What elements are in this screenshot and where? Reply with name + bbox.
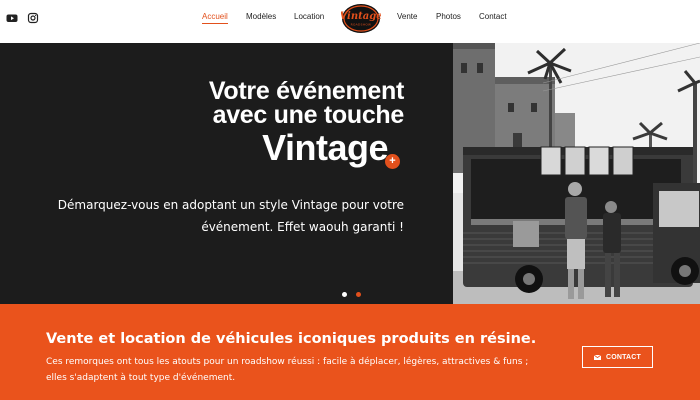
nav-item-vente[interactable]: Vente (397, 12, 417, 21)
hero-slider: Votre événement avec une touche Vintage … (0, 43, 700, 304)
food-truck-photo (453, 43, 700, 304)
nav-item-modeles[interactable]: Modèles (246, 12, 276, 21)
hero-title-line-2: avec une touche (212, 101, 405, 129)
nav-item-photos[interactable]: Photos (436, 12, 461, 21)
slider-dots (342, 292, 361, 297)
nav-item-contact[interactable]: Contact (479, 12, 507, 21)
band-title: Vente et location de véhicules iconiques… (46, 331, 537, 347)
envelope-icon (593, 354, 601, 360)
hero-title-line-3: Vintage (262, 127, 388, 168)
contact-button[interactable]: CONTACT (582, 346, 653, 368)
nav-item-location[interactable]: Location (294, 12, 324, 21)
svg-text:Vintage: Vintage (341, 11, 381, 22)
hero-title-line-1: Votre événement (208, 77, 404, 105)
site-header: Accueil Modèles Location Vente Photos Co… (0, 0, 700, 43)
intro-band: Vente et location de véhicules iconiques… (0, 304, 700, 400)
nav-item-accueil[interactable]: Accueil (202, 12, 228, 24)
contact-button-label: CONTACT (605, 353, 642, 361)
hero-subtitle: Démarquez-vous en adoptant un style Vint… (57, 198, 404, 234)
svg-text:ROADSHOW: ROADSHOW (351, 23, 372, 27)
vintage-roadshow-logo[interactable]: Vintage ROADSHOW (341, 3, 381, 34)
slider-dot-2[interactable] (356, 292, 361, 297)
hero-title: Votre événement avec une touche Vintage (209, 79, 404, 169)
plus-icon[interactable]: + (385, 154, 400, 169)
slider-dot-1[interactable] (342, 292, 347, 297)
band-text: Ces remorques ont tous les atouts pour u… (46, 357, 529, 383)
